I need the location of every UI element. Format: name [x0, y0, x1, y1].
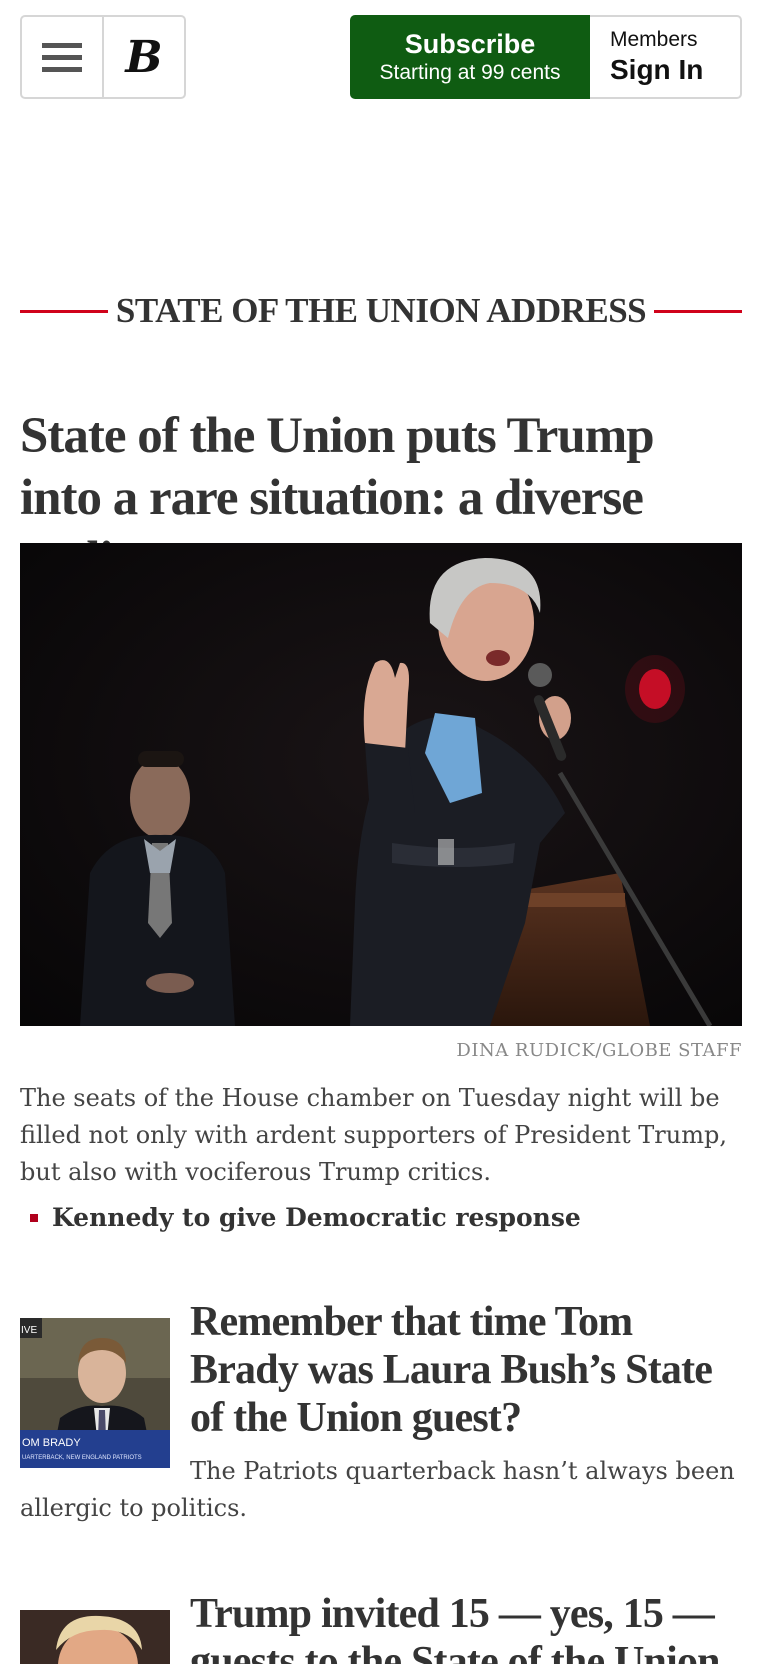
- sign-in-button[interactable]: Members Sign In: [590, 15, 742, 99]
- account-button-group: Subscribe Starting at 99 cents Members S…: [350, 15, 742, 99]
- section-rule-right: [654, 309, 743, 313]
- thumb-corner-label: IVE: [21, 1325, 37, 1336]
- related-link[interactable]: Kennedy to give Democratic response: [52, 1203, 581, 1232]
- story-headline[interactable]: Remember that time Tom Brady was Laura B…: [190, 1298, 742, 1442]
- globe-logo-button[interactable]: B: [104, 17, 184, 97]
- subscribe-price-label: Starting at 99 cents: [379, 61, 561, 84]
- subscribe-label: Subscribe: [404, 29, 536, 59]
- hamburger-icon[interactable]: [22, 17, 104, 97]
- photo-credit: DINA RUDICK/GLOBE STAFF: [456, 1040, 742, 1061]
- bullet-icon: [30, 1213, 38, 1222]
- story-thumbnail[interactable]: IVE OM BRADY UARTERBACK, NEW ENGLAND PAT…: [20, 1318, 170, 1468]
- lead-summary: The seats of the House chamber on Tuesda…: [20, 1084, 727, 1186]
- nav-button-group: B: [20, 15, 186, 99]
- section-title[interactable]: STATE OF THE UNION ADDRESS: [108, 291, 654, 331]
- section-rule-left: [20, 309, 108, 313]
- sign-in-label: Sign In: [610, 54, 704, 85]
- story-headline[interactable]: Trump invited 15 — yes, 15 — guests to t…: [190, 1590, 742, 1664]
- lead-photo[interactable]: [20, 543, 742, 1026]
- story-summary: The Patriots quarterback hasn’t always b…: [20, 1457, 735, 1522]
- thumb-name-caption: OM BRADY: [22, 1437, 81, 1449]
- story-thumbnail[interactable]: [20, 1610, 170, 1664]
- section-heading: STATE OF THE UNION ADDRESS: [20, 291, 743, 331]
- site-header: B Subscribe Starting at 99 cents Members…: [20, 15, 742, 99]
- related-link-item[interactable]: Kennedy to give Democratic response: [30, 1203, 581, 1232]
- subscribe-button[interactable]: Subscribe Starting at 99 cents: [350, 15, 590, 99]
- members-label: Members: [610, 28, 698, 51]
